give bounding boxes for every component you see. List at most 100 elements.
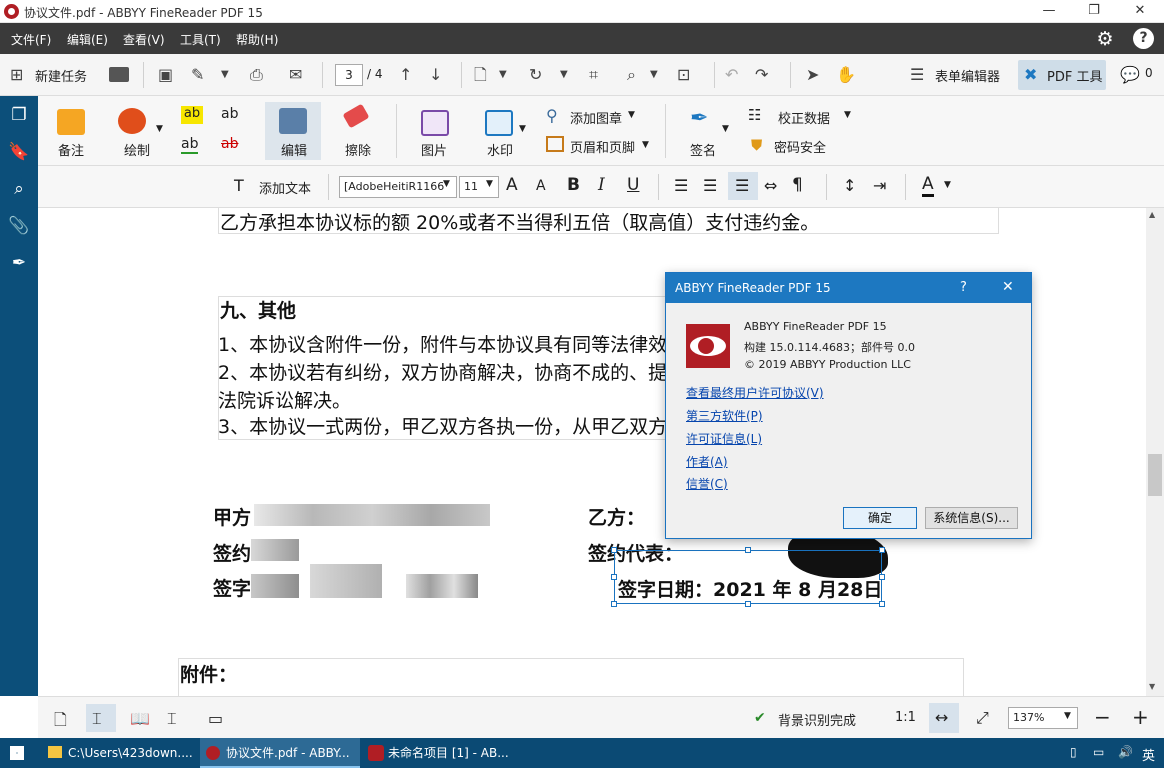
header-footer-dropdown-icon[interactable]: ▼ [642,140,649,150]
authors-link[interactable]: 作者(A) [686,453,728,470]
rotate-dropdown-icon[interactable]: ▼ [560,65,568,85]
indent-icon[interactable]: ⇥ [873,176,886,195]
header-footer-button[interactable]: 页眉和页脚 [570,137,635,156]
hand-tool-icon[interactable]: ✋ [836,65,856,85]
menu-edit[interactable]: 编辑(E) [67,31,108,48]
dialog-close-button[interactable]: ✕ [1002,279,1014,295]
menu-file[interactable]: 文件(F) [11,31,51,48]
sign-pen-icon[interactable]: ✒ [690,106,708,131]
align-center-icon[interactable]: ☰ [703,176,717,195]
crop-icon[interactable]: ⌗ [589,65,598,85]
two-page-view-icon[interactable]: 📖 [130,709,150,728]
add-page-dropdown-icon[interactable]: ▼ [499,65,507,85]
page-recognize-icon[interactable]: ⌕ [627,65,636,85]
menu-tools[interactable]: 工具(T) [180,31,221,48]
header-footer-icon[interactable] [546,136,564,152]
third-party-link[interactable]: 第三方软件(P) [686,407,763,424]
zoom-dropdown-icon[interactable]: ▼ [1064,711,1071,721]
draw-icon[interactable] [118,108,146,134]
resize-handle-tm[interactable] [745,547,751,553]
font-family-dropdown-icon[interactable]: ▼ [443,179,450,189]
zoom-out-icon[interactable]: − [1094,705,1111,729]
watermark-button[interactable]: 水印 [487,140,513,159]
save-as-icon[interactable]: ✎ [191,65,204,85]
redo-icon[interactable]: ↷ [755,65,768,85]
dialog-help-button[interactable]: ? [960,280,967,295]
stamp-icon[interactable]: ⚲ [546,106,558,125]
presentation-view-icon[interactable]: ▭ [208,709,223,728]
add-stamp-button[interactable]: 添加图章 [570,108,622,127]
undo-icon[interactable]: ↶ [725,65,738,85]
resize-handle-tr[interactable] [879,547,885,553]
highlight-icon[interactable]: ab [181,106,203,124]
pages-icon[interactable]: ❐ [8,104,30,126]
select-pointer-icon[interactable]: ➤ [806,65,819,85]
new-task-icon[interactable]: ⊞ [10,65,23,85]
system-info-button[interactable]: 系统信息(S)... [925,507,1018,529]
taskbar-finereader[interactable]: 协议文件.pdf - ABBY... [200,738,360,768]
actual-size-button[interactable]: 1:1 [895,710,916,725]
sign-dropdown-icon[interactable]: ▼ [722,124,729,134]
new-task-button[interactable]: 新建任务 [35,66,87,85]
note-button[interactable]: 备注 [58,140,84,159]
maximize-button[interactable]: ❐ [1071,0,1117,22]
email-icon[interactable]: ✉ [289,65,302,85]
eraser-icon[interactable] [342,103,370,129]
underline-icon[interactable]: ab [181,136,199,154]
correct-data-button[interactable]: 校正数据 [778,108,830,127]
sign-button[interactable]: 签名 [690,140,716,159]
open-folder-icon[interactable] [109,67,129,82]
scrollbar-thumb[interactable] [1148,454,1162,496]
justify-icon[interactable]: ⇔ [764,176,777,195]
replace-text-icon[interactable]: ab [221,106,238,122]
ime-indicator[interactable]: 英 [1142,745,1155,764]
eula-link[interactable]: 查看最终用户许可协议(V) [686,384,824,401]
add-text-button[interactable]: 添加文本 [259,178,311,197]
bold-icon[interactable]: B [567,175,580,195]
add-text-icon[interactable]: T [234,176,244,195]
attachment-icon[interactable]: 📎 [8,215,30,237]
recognize-dropdown-icon[interactable]: ▼ [650,65,658,85]
rotate-icon[interactable]: ↻ [529,65,542,85]
close-button[interactable]: ✕ [1117,0,1163,22]
shield-icon[interactable]: ⛊ [751,136,762,154]
scroll-up-arrow-icon[interactable]: ▲ [1149,210,1155,219]
windows-start-icon[interactable] [10,746,24,760]
line-spacing-icon[interactable]: ↕ [843,176,856,195]
tray-volume-icon[interactable]: 🔊 [1118,745,1133,759]
menu-view[interactable]: 查看(V) [123,31,165,48]
two-page-scroll-icon[interactable]: ⌶ [167,709,177,729]
print-icon[interactable]: ⎙ [250,65,263,85]
font-shrink-icon[interactable]: A [536,178,546,194]
tray-device-icon[interactable]: ▯ [1070,745,1077,759]
resize-handle-bl[interactable] [611,601,617,607]
image-icon[interactable] [421,110,449,136]
font-color-dropdown-icon[interactable]: ▼ [944,180,951,190]
draw-dropdown-icon[interactable]: ▼ [156,124,163,134]
add-page-icon[interactable]: 🗋 [474,65,487,85]
form-editor-icon[interactable]: ☰ [910,65,924,85]
single-page-view-icon[interactable]: 🗋 [54,709,67,736]
scroll-down-arrow-icon[interactable]: ▼ [1149,682,1155,691]
bookmark-icon[interactable]: 🔖 [8,141,30,163]
prev-page-arrow-up-icon[interactable]: ↑ [399,65,412,85]
correct-data-icon[interactable]: ☷ [748,106,761,124]
stamp-dropdown-icon[interactable]: ▼ [628,110,635,120]
font-grow-icon[interactable]: A [506,175,518,195]
font-size-dropdown-icon[interactable]: ▼ [486,179,493,189]
underline-text-icon[interactable]: U [627,175,639,195]
watermark-dropdown-icon[interactable]: ▼ [519,124,526,134]
password-security-button[interactable]: 密码安全 [774,137,826,156]
page-number-input[interactable]: 3 [335,64,363,86]
font-size-select[interactable]: 11 [459,176,499,198]
paragraph-icon[interactable]: ¶ [792,175,803,195]
settings-gear-icon[interactable]: ⚙ [1094,28,1116,50]
note-icon[interactable] [57,109,85,135]
fit-page-icon[interactable]: ⤢ [976,708,989,728]
vertical-scrollbar[interactable]: ▲ ▼ [1146,208,1164,696]
help-icon[interactable]: ? [1133,28,1154,49]
credits-link[interactable]: 信誉(C) [686,475,728,492]
font-family-select[interactable]: [AdobeHeitiR1166 [339,176,457,198]
next-page-arrow-down-icon[interactable]: ↓ [429,65,442,85]
taskbar-explorer[interactable]: C:\Users\423down.... [42,738,198,768]
